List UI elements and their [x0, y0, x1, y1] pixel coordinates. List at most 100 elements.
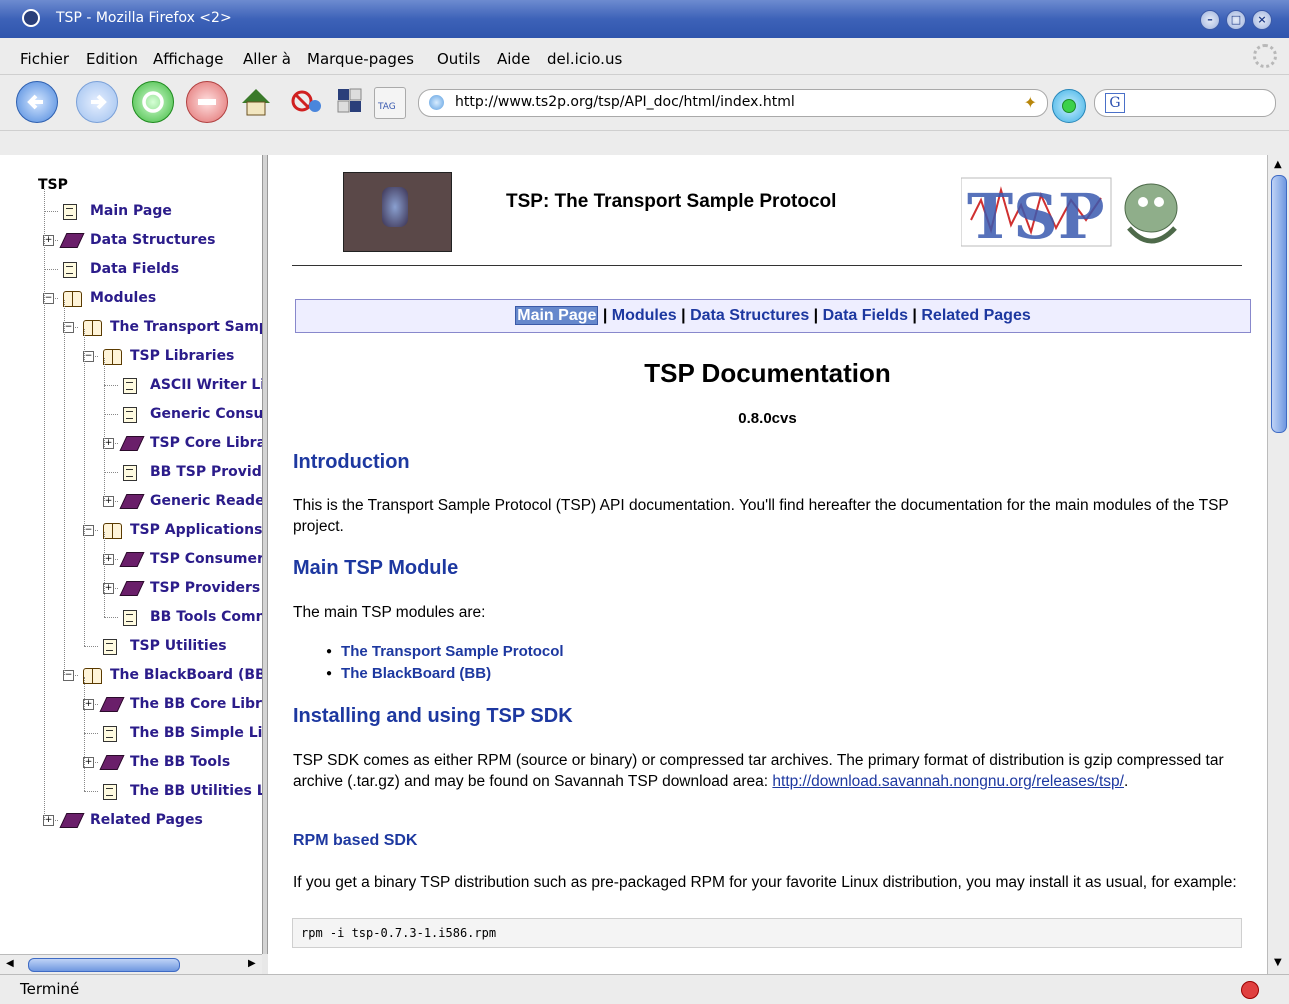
download-link[interactable]: http://download.savannah.nongnu.org/rele…: [772, 773, 1124, 790]
menu-delicious[interactable]: del.icio.us: [547, 50, 622, 68]
window-title: TSP - Mozilla Firefox <2>: [56, 10, 232, 26]
menu-outils[interactable]: Outils: [437, 50, 480, 68]
module-link-blackboard[interactable]: The BlackBoard (BB): [326, 665, 491, 682]
reload-button[interactable]: [132, 81, 174, 123]
doc-title: TSP Documentation: [644, 358, 891, 388]
tree-item[interactable]: ASCII Writer Lil: [150, 377, 264, 393]
nav-main-page[interactable]: Main Page: [515, 306, 599, 325]
menu-aller[interactable]: Aller à: [243, 50, 291, 68]
tree-item[interactable]: Related Pages: [90, 812, 203, 828]
go-button[interactable]: [1052, 89, 1086, 123]
minimize-icon[interactable]: –: [1200, 10, 1220, 30]
tag-button[interactable]: TAG: [374, 87, 406, 119]
tree-item[interactable]: Modules: [90, 290, 156, 306]
maximize-icon[interactable]: □: [1226, 10, 1246, 30]
tree-item[interactable]: The BlackBoard (BB): [110, 667, 264, 683]
close-icon[interactable]: ×: [1252, 10, 1272, 30]
document-icon: [123, 378, 137, 394]
window-layout-icon: [337, 88, 362, 113]
url-text[interactable]: http://www.ts2p.org/tsp/API_doc/html/ind…: [455, 94, 795, 110]
tree-item[interactable]: The BB Simple Lit: [130, 725, 264, 741]
back-arrow-icon: [27, 94, 43, 110]
tree-item[interactable]: Main Page: [90, 203, 172, 219]
content-vertical-scrollbar[interactable]: ▲ ▼: [1267, 155, 1289, 974]
document-icon: [103, 784, 117, 800]
content-frame: TSP: The Transport Sample Protocol TSP M…: [268, 155, 1267, 974]
status-text: Terminé: [20, 980, 80, 998]
popup-blocker-button[interactable]: [290, 81, 321, 121]
tree-item[interactable]: TSP Applications: [130, 522, 262, 538]
scroll-left-icon[interactable]: ◀: [6, 958, 14, 969]
tree-item[interactable]: The BB Tools: [130, 754, 230, 770]
throbber-icon: [1253, 44, 1277, 68]
window-titlebar[interactable]: TSP - Mozilla Firefox <2> – □ ×: [0, 0, 1289, 38]
popup-blocked-icon[interactable]: [1241, 981, 1259, 999]
tree-item[interactable]: TSP Consumer: [150, 551, 264, 567]
tree-connector: [84, 646, 98, 647]
scroll-right-icon[interactable]: ▶: [248, 958, 256, 969]
tag-label: TAG: [378, 102, 396, 112]
back-button[interactable]: [16, 81, 58, 123]
closed-book-icon: [119, 436, 145, 451]
scroll-down-icon[interactable]: ▼: [1274, 957, 1282, 968]
scrollbar-thumb[interactable]: [1271, 175, 1287, 433]
menu-marque-pages[interactable]: Marque-pages: [307, 50, 414, 68]
menu-aide[interactable]: Aide: [497, 50, 530, 68]
scroll-up-icon[interactable]: ▲: [1274, 159, 1282, 170]
nav-data-structures[interactable]: Data Structures: [690, 307, 809, 324]
nav-separator: |: [912, 307, 917, 324]
stop-button[interactable]: [186, 81, 228, 123]
open-book-icon: [63, 291, 82, 307]
doc-nav-bar: Main Page | Modules | Data Structures | …: [295, 299, 1251, 333]
menu-edition[interactable]: Edition: [86, 50, 138, 68]
nav-modules[interactable]: Modules: [612, 307, 677, 324]
status-bar: Terminé: [0, 974, 1289, 1004]
bookmark-star-icon[interactable]: ✦: [1024, 93, 1037, 112]
url-bar[interactable]: http://www.ts2p.org/tsp/API_doc/html/ind…: [418, 89, 1048, 117]
tree-item[interactable]: Data Fields: [90, 261, 179, 277]
menu-affichage[interactable]: Affichage: [153, 50, 223, 68]
document-icon: [123, 610, 137, 626]
tree-item[interactable]: Data Structures: [90, 232, 215, 248]
tree-frame: TSP Main Page + Data Structures Data Fields…: [0, 155, 264, 954]
tree-item[interactable]: TSP Libraries: [130, 348, 234, 364]
nav-related-pages[interactable]: Related Pages: [921, 307, 1030, 324]
rpm-heading: RPM based SDK: [293, 832, 418, 849]
tree-item[interactable]: TSP Utilities: [130, 638, 227, 654]
scrollbar-thumb[interactable]: [28, 958, 180, 972]
google-icon[interactable]: G: [1105, 93, 1125, 113]
tree-connector: [104, 617, 118, 618]
tree-item[interactable]: BB Tools Comn: [150, 609, 264, 625]
tree-item[interactable]: The BB Core Libra: [130, 696, 264, 712]
tree-connector: [44, 269, 58, 270]
tree-item[interactable]: Generic Consu: [150, 406, 263, 422]
tree-item[interactable]: TSP Providers: [150, 580, 260, 596]
tree-item[interactable]: BB TSP Provid: [150, 464, 262, 480]
doc-version: 0.8.0cvs: [738, 410, 797, 427]
open-book-icon: [103, 349, 122, 365]
tree-horizontal-scrollbar[interactable]: ◀ ▶: [0, 954, 262, 975]
install-text: TSP SDK comes as either RPM (source or b…: [293, 750, 1243, 792]
main-module-heading: Main TSP Module: [293, 557, 459, 579]
menu-fichier[interactable]: Fichier: [20, 50, 69, 68]
forward-button[interactable]: [76, 81, 118, 123]
reload-icon: [142, 91, 164, 113]
navigation-toolbar: TAG http://www.ts2p.org/tsp/API_doc/html…: [0, 75, 1289, 131]
tree-item[interactable]: TSP Core Libra: [150, 435, 264, 451]
module-link-transport[interactable]: The Transport Sample Protocol: [326, 643, 564, 660]
layout-button[interactable]: [336, 81, 364, 121]
site-icon: [429, 95, 444, 110]
document-icon: [123, 465, 137, 481]
nav-data-fields[interactable]: Data Fields: [823, 307, 908, 324]
tree-guide: [84, 329, 85, 646]
search-input[interactable]: G: [1094, 89, 1276, 117]
tree-item[interactable]: The Transport Sample: [110, 319, 264, 335]
tree-item[interactable]: The BB Utilities Li: [130, 783, 264, 799]
firefox-icon[interactable]: [22, 9, 40, 27]
install-period: .: [1123, 773, 1129, 790]
closed-book-icon: [59, 233, 85, 248]
tree-item[interactable]: Generic Reader: [150, 493, 264, 509]
home-button[interactable]: [236, 81, 276, 121]
tsp-logo: TSP: [961, 177, 1178, 253]
document-icon: [63, 204, 77, 220]
